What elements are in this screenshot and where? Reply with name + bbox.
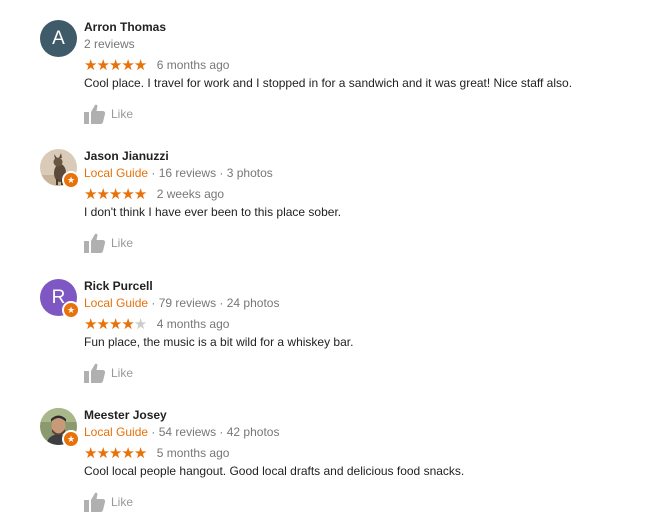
reviewer-name[interactable]: Rick Purcell	[84, 279, 153, 294]
avatar[interactable]: R ★	[40, 279, 80, 319]
star-rating: ★★★★★	[84, 445, 147, 463]
reviewer-meta: Local Guide · 79 reviews · 24 photos	[84, 296, 279, 311]
star-icon: ★	[84, 186, 97, 204]
review-time: 5 months ago	[156, 446, 230, 461]
meta-separator: ·	[148, 425, 159, 439]
local-guide-label: Local Guide	[84, 166, 149, 180]
star-rating: ★★★★★	[84, 316, 147, 334]
like-button[interactable]: Like	[84, 104, 133, 124]
reviewer-meta: Local Guide · 54 reviews · 42 photos	[84, 425, 279, 440]
avatar[interactable]: ★	[40, 408, 80, 448]
star-icon: ★	[133, 445, 147, 463]
reviewer-name[interactable]: Meester Josey	[84, 408, 167, 423]
star-icon: ★	[133, 186, 147, 204]
like-button[interactable]: Like	[84, 492, 133, 512]
star-rating: ★★★★★	[84, 57, 147, 75]
rating-row: ★★★★★ 4 months ago	[84, 317, 229, 332]
review-count: 16 reviews	[158, 166, 217, 180]
meta-separator: ·	[216, 296, 227, 310]
like-button[interactable]: Like	[84, 233, 133, 253]
photo-count: 24 photos	[226, 296, 280, 310]
photo-count: 42 photos	[226, 425, 280, 439]
star-icon: ★	[84, 57, 97, 75]
star-icon: ★	[108, 316, 122, 334]
star-icon: ★	[108, 57, 122, 75]
meta-separator: ·	[148, 166, 159, 180]
photo-count: 3 photos	[226, 166, 273, 180]
thumbs-up-icon	[84, 363, 106, 383]
like-label: Like	[111, 107, 134, 121]
star-icon: ★	[121, 316, 134, 334]
review-time: 2 weeks ago	[156, 187, 225, 202]
star-icon: ★	[96, 186, 109, 204]
meta-separator: ·	[148, 296, 159, 310]
local-guide-label: Local Guide	[84, 425, 149, 439]
avatar[interactable]: A	[40, 20, 77, 57]
star-rating: ★★★★★	[84, 186, 147, 204]
reviewer-name[interactable]: Arron Thomas	[84, 20, 166, 35]
thumbs-up-icon	[84, 233, 106, 253]
like-label: Like	[111, 495, 134, 509]
local-guide-badge-icon: ★	[62, 430, 80, 448]
reviewer-meta: 2 reviews	[84, 37, 135, 52]
rating-row: ★★★★★ 6 months ago	[84, 58, 229, 73]
local-guide-badge-icon: ★	[62, 301, 80, 319]
star-icon: ★	[84, 445, 97, 463]
reviewer-meta: Local Guide · 16 reviews · 3 photos	[84, 166, 273, 181]
star-empty-icon: ★	[133, 316, 147, 334]
local-guide-badge-icon: ★	[62, 171, 80, 189]
like-label: Like	[111, 366, 134, 380]
star-icon: ★	[133, 57, 147, 75]
review-text: I don't think I have ever been to this p…	[84, 205, 342, 219]
star-icon: ★	[108, 445, 122, 463]
local-guide-label: Local Guide	[84, 296, 149, 310]
review-time: 4 months ago	[156, 317, 230, 332]
review-text: Cool local people hangout. Good local dr…	[84, 464, 465, 478]
review-time: 6 months ago	[156, 58, 230, 73]
meta-separator: ·	[216, 166, 227, 180]
star-icon: ★	[121, 186, 134, 204]
review-text: Fun place, the music is a bit wild for a…	[84, 335, 354, 349]
star-icon: ★	[96, 445, 109, 463]
rating-row: ★★★★★ 5 months ago	[84, 446, 229, 461]
avatar[interactable]: ★	[40, 149, 80, 189]
like-button[interactable]: Like	[84, 363, 133, 383]
reviewer-name[interactable]: Jason Jianuzzi	[84, 149, 169, 164]
like-label: Like	[111, 236, 134, 250]
star-icon: ★	[121, 445, 134, 463]
thumbs-up-icon	[84, 104, 106, 124]
star-icon: ★	[96, 57, 109, 75]
star-icon: ★	[96, 316, 109, 334]
avatar-letter: A	[52, 27, 65, 49]
rating-row: ★★★★★ 2 weeks ago	[84, 187, 224, 202]
review-count: 54 reviews	[158, 425, 217, 439]
meta-separator: ·	[216, 425, 227, 439]
star-icon: ★	[84, 316, 97, 334]
review-count: 79 reviews	[158, 296, 217, 310]
review-text: Cool place. I travel for work and I stop…	[84, 76, 573, 90]
star-icon: ★	[121, 57, 134, 75]
star-icon: ★	[108, 186, 122, 204]
review-count: 2 reviews	[84, 37, 135, 51]
thumbs-up-icon	[84, 492, 106, 512]
